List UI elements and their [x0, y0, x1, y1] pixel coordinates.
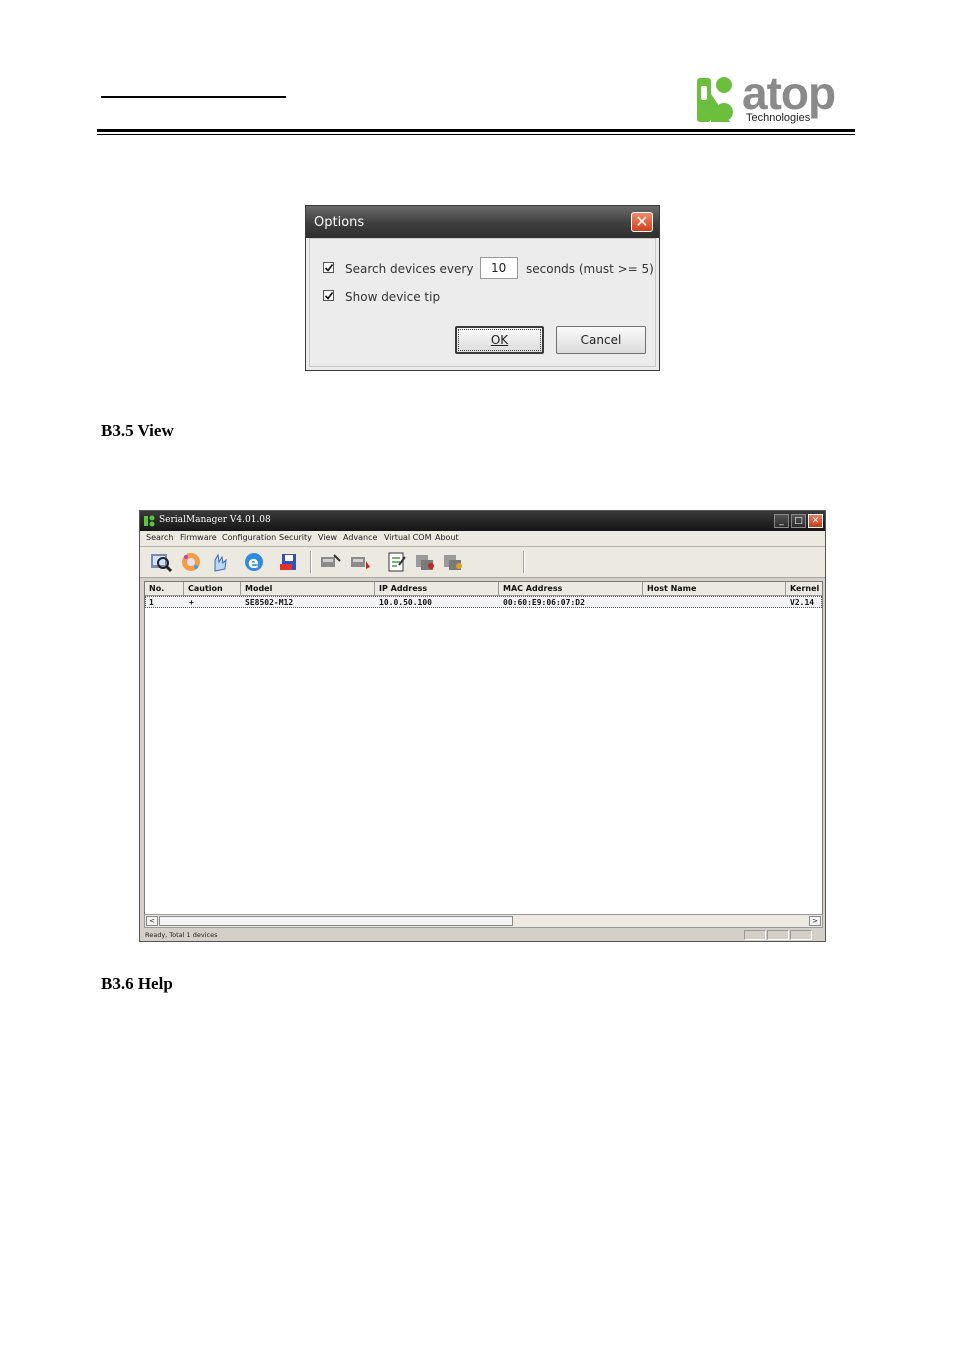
- search-devices-label: Search devices every: [345, 262, 474, 276]
- section-heading-view: B3.5 View: [101, 421, 174, 440]
- cell-caution: +: [189, 598, 194, 607]
- cell-no: 1: [149, 598, 154, 607]
- save-icon[interactable]: [278, 551, 302, 573]
- svg-text:e: e: [248, 553, 259, 572]
- column-header-host-name[interactable]: Host Name: [643, 582, 786, 596]
- column-header-ip-address[interactable]: IP Address: [375, 582, 499, 596]
- hand-icon[interactable]: [208, 551, 232, 573]
- logo-subtitle: Technologies: [746, 112, 811, 124]
- notepad-icon[interactable]: [385, 551, 409, 573]
- minimize-icon: _: [779, 516, 784, 526]
- cell-mac-address: 00:60:E9:06:07:D2: [503, 598, 585, 607]
- device-download-icon[interactable]: [348, 551, 372, 573]
- section-heading-help: B3.6 Help: [101, 974, 173, 993]
- maximize-icon: □: [794, 516, 803, 526]
- cell-model: SE8502-M12: [245, 598, 294, 607]
- window-titlebar: SerialManager V4.01.08 _ □ ✕: [140, 511, 825, 531]
- dialog-body: Search devices every 10 seconds (must >=…: [309, 238, 656, 367]
- dialog-title: Options: [314, 215, 365, 230]
- column-header-no[interactable]: No.: [145, 582, 184, 596]
- menu-bar: Search Firmware Configuration Security V…: [140, 531, 825, 547]
- toolbar: e: [140, 547, 825, 578]
- scroll-thumb[interactable]: [159, 916, 513, 926]
- status-pane: [767, 930, 789, 940]
- menu-firmware[interactable]: Firmware: [180, 533, 217, 542]
- dialog-close-button[interactable]: ✕: [631, 212, 653, 232]
- search-devices-checkbox[interactable]: [323, 262, 334, 273]
- table-row[interactable]: 1 + SE8502-M12 10.0.50.100 00:60:E9:06:0…: [145, 596, 822, 608]
- ok-button[interactable]: OK: [455, 326, 544, 354]
- window-title: SerialManager V4.01.08: [159, 515, 271, 525]
- show-device-tip-checkbox[interactable]: [323, 290, 334, 301]
- column-header-caution[interactable]: Caution: [184, 582, 241, 596]
- scroll-right-button[interactable]: >: [809, 916, 821, 926]
- status-pane: [744, 930, 766, 940]
- menu-virtual-com[interactable]: Virtual COM: [384, 533, 431, 542]
- virtual-com-icon[interactable]: [413, 551, 437, 573]
- chevron-right-icon: >: [812, 917, 818, 925]
- virtual-com-remove-icon[interactable]: [441, 551, 465, 573]
- status-pane: [790, 930, 812, 940]
- cell-kernel: V2.14: [790, 598, 815, 607]
- toolbar-separator: [523, 551, 525, 573]
- menu-search[interactable]: Search: [146, 533, 173, 542]
- column-header-model[interactable]: Model: [241, 582, 375, 596]
- maximize-button[interactable]: □: [791, 514, 806, 528]
- check-icon: [324, 264, 334, 272]
- status-bar: Ready, Total 1 devices: [144, 930, 823, 941]
- cell-ip-address: 10.0.50.100: [379, 598, 432, 607]
- device-config-icon[interactable]: [318, 551, 342, 573]
- close-icon: ✕: [635, 212, 649, 231]
- chevron-left-icon: <: [149, 917, 155, 925]
- menu-advance[interactable]: Advance: [343, 533, 377, 542]
- scroll-left-button[interactable]: <: [146, 916, 158, 926]
- check-icon: [324, 292, 334, 300]
- status-text: Ready, Total 1 devices: [145, 931, 218, 939]
- atop-logo: atop Technologies: [694, 67, 858, 128]
- cancel-button-label: Cancel: [580, 333, 622, 347]
- cancel-button[interactable]: Cancel: [556, 326, 646, 354]
- search-interval-input[interactable]: 10: [480, 257, 518, 279]
- ok-button-label: OK: [490, 333, 509, 347]
- device-list: No. Caution Model IP Address MAC Address…: [144, 581, 823, 915]
- window-close-button[interactable]: ✕: [808, 514, 823, 528]
- search-device-icon[interactable]: [149, 551, 173, 573]
- column-header-kernel[interactable]: Kernel: [786, 582, 822, 596]
- horizontal-scrollbar[interactable]: < >: [144, 914, 823, 928]
- browser-icon[interactable]: e: [242, 551, 266, 573]
- header-rule: [97, 129, 855, 132]
- header-rule-thin: [97, 134, 855, 135]
- firmware-icon[interactable]: [179, 551, 203, 573]
- close-icon: ✕: [811, 516, 820, 526]
- menu-view[interactable]: View: [318, 533, 337, 542]
- header-short-rule: [101, 96, 286, 98]
- menu-about[interactable]: About: [435, 533, 459, 542]
- options-dialog: Options ✕ Search devices every 10 second…: [305, 205, 660, 371]
- menu-security[interactable]: Security: [279, 533, 312, 542]
- serial-manager-window: SerialManager V4.01.08 _ □ ✕ Search Firm…: [139, 510, 826, 942]
- menu-configuration[interactable]: Configuration: [222, 533, 276, 542]
- interval-suffix-label: seconds (must >= 5): [526, 262, 654, 276]
- toolbar-separator: [310, 551, 312, 573]
- dialog-titlebar: Options ✕: [306, 206, 659, 238]
- minimize-button[interactable]: _: [774, 514, 789, 528]
- column-header-mac-address[interactable]: MAC Address: [499, 582, 643, 596]
- app-icon: [144, 515, 155, 527]
- show-device-tip-label: Show device tip: [345, 290, 441, 304]
